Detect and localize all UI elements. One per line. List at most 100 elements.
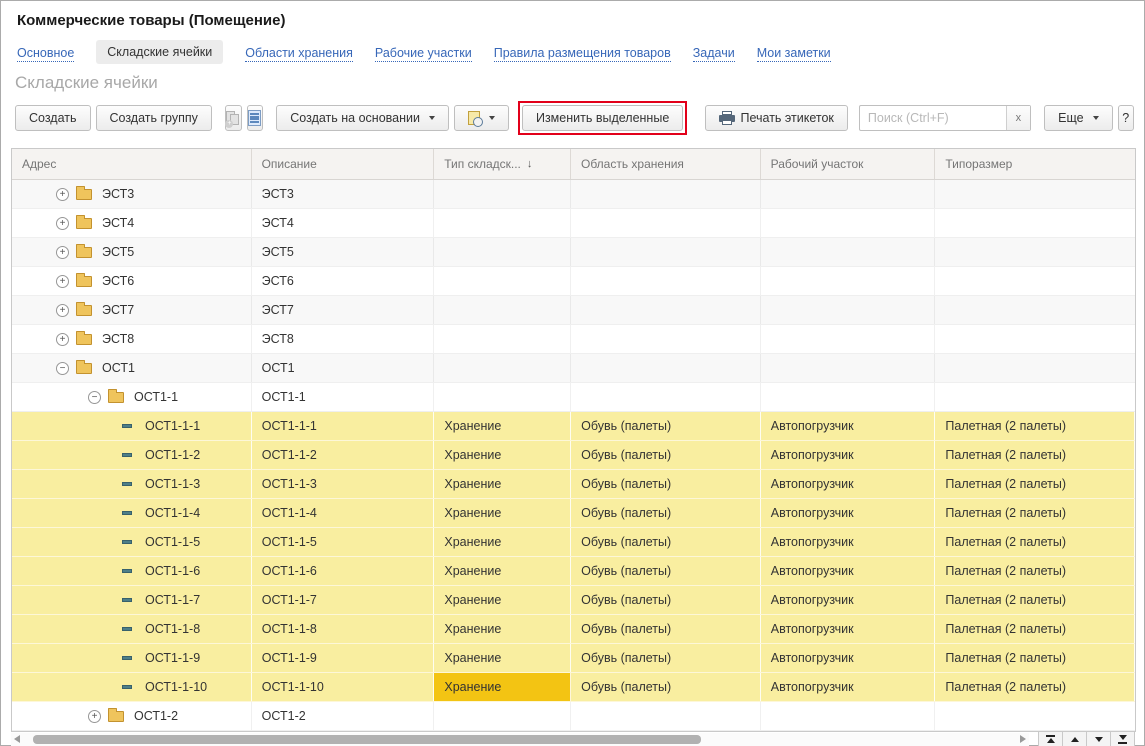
cell-work-area[interactable] <box>761 209 936 237</box>
cell-description[interactable]: ОСТ1 <box>252 354 435 382</box>
tab-storage-areas[interactable]: Области хранения <box>245 42 353 62</box>
table-row[interactable]: +ЭСТ7ЭСТ7 <box>12 296 1135 325</box>
tab-placement-rules[interactable]: Правила размещения товаров <box>494 42 671 62</box>
cell-address[interactable]: −ОСТ1-1 <box>12 383 252 411</box>
cell-type[interactable] <box>434 209 571 237</box>
cell-work-area[interactable]: Автопогрузчик <box>761 615 936 643</box>
cell-address[interactable]: ОСТ1-1-6 <box>12 557 252 585</box>
scroll-up-button[interactable] <box>1063 732 1087 746</box>
table-row[interactable]: ОСТ1-1-7ОСТ1-1-7ХранениеОбувь (палеты)Ав… <box>12 586 1135 615</box>
cell-storage-area[interactable]: Обувь (палеты) <box>571 673 761 701</box>
cell-work-area[interactable]: Автопогрузчик <box>761 441 936 469</box>
table-row[interactable]: +ЭСТ6ЭСТ6 <box>12 267 1135 296</box>
cell-type[interactable] <box>434 354 571 382</box>
cell-type[interactable]: Хранение <box>434 528 571 556</box>
cell-address[interactable]: ОСТ1-1-3 <box>12 470 252 498</box>
cell-description[interactable]: ОСТ1-1 <box>252 383 435 411</box>
tab-tasks[interactable]: Задачи <box>693 42 735 62</box>
scroll-to-top-button[interactable] <box>1039 732 1063 746</box>
cell-description[interactable]: ОСТ1-2 <box>252 702 435 730</box>
cell-description[interactable]: ОСТ1-1-1 <box>252 412 435 440</box>
cell-description[interactable]: ОСТ1-1-8 <box>252 615 435 643</box>
edit-selected-button[interactable]: Изменить выделенные <box>522 105 683 131</box>
table-row[interactable]: ОСТ1-1-9ОСТ1-1-9ХранениеОбувь (палеты)Ав… <box>12 644 1135 673</box>
cell-address[interactable]: +ЭСТ4 <box>12 209 252 237</box>
cell-work-area[interactable]: Автопогрузчик <box>761 528 936 556</box>
cell-size[interactable]: Палетная (2 палеты) <box>935 470 1135 498</box>
more-button[interactable]: Еще <box>1044 105 1112 131</box>
cell-address[interactable]: ОСТ1-1-8 <box>12 615 252 643</box>
cell-address[interactable]: +ЭСТ6 <box>12 267 252 295</box>
cell-type[interactable]: Хранение <box>434 644 571 672</box>
cell-work-area[interactable] <box>761 325 936 353</box>
cell-description[interactable]: ОСТ1-1-6 <box>252 557 435 585</box>
column-header-description[interactable]: Описание <box>252 149 435 179</box>
column-header-storage-area[interactable]: Область хранения <box>571 149 761 179</box>
cell-storage-area[interactable] <box>571 267 761 295</box>
table-row[interactable]: ОСТ1-1-3ОСТ1-1-3ХранениеОбувь (палеты)Ав… <box>12 470 1135 499</box>
cell-type[interactable]: Хранение <box>434 615 571 643</box>
cell-storage-area[interactable]: Обувь (палеты) <box>571 470 761 498</box>
cell-description[interactable]: ОСТ1-1-7 <box>252 586 435 614</box>
expand-icon[interactable]: + <box>56 304 69 317</box>
create-button[interactable]: Создать <box>15 105 91 131</box>
cell-type[interactable]: Хранение <box>434 673 571 701</box>
cell-storage-area[interactable]: Обувь (палеты) <box>571 412 761 440</box>
cell-work-area[interactable]: Автопогрузчик <box>761 557 936 585</box>
cell-storage-area[interactable]: Обувь (палеты) <box>571 586 761 614</box>
collapse-icon[interactable]: − <box>88 391 101 404</box>
cell-type[interactable]: Хранение <box>434 412 571 440</box>
column-header-size[interactable]: Типоразмер <box>935 149 1135 179</box>
cell-storage-area[interactable]: Обувь (палеты) <box>571 644 761 672</box>
cell-address[interactable]: +ОСТ1-2 <box>12 702 252 730</box>
cell-work-area[interactable] <box>761 296 936 324</box>
cell-address[interactable]: +ЭСТ5 <box>12 238 252 266</box>
cell-type[interactable] <box>434 267 571 295</box>
table-row[interactable]: ОСТ1-1-1ОСТ1-1-1ХранениеОбувь (палеты)Ав… <box>12 412 1135 441</box>
cell-type[interactable] <box>434 325 571 353</box>
cell-work-area[interactable]: Автопогрузчик <box>761 673 936 701</box>
scroll-left-icon[interactable] <box>14 735 20 743</box>
cell-size[interactable]: Палетная (2 палеты) <box>935 644 1135 672</box>
cell-size[interactable] <box>935 383 1135 411</box>
tab-my-notes[interactable]: Мои заметки <box>757 42 831 62</box>
cell-description[interactable]: ЭСТ8 <box>252 325 435 353</box>
scroll-down-button[interactable] <box>1087 732 1111 746</box>
cell-size[interactable] <box>935 702 1135 730</box>
cell-address[interactable]: ОСТ1-1-2 <box>12 441 252 469</box>
cell-storage-area[interactable]: Обувь (палеты) <box>571 499 761 527</box>
cell-description[interactable]: ОСТ1-1-4 <box>252 499 435 527</box>
cell-work-area[interactable]: Автопогрузчик <box>761 586 936 614</box>
table-row[interactable]: ОСТ1-1-8ОСТ1-1-8ХранениеОбувь (палеты)Ав… <box>12 615 1135 644</box>
table-row[interactable]: ОСТ1-1-5ОСТ1-1-5ХранениеОбувь (палеты)Ав… <box>12 528 1135 557</box>
column-header-address[interactable]: Адрес <box>12 149 252 179</box>
document-history-button[interactable] <box>454 105 509 131</box>
expand-icon[interactable]: + <box>56 333 69 346</box>
search-input[interactable] <box>860 106 1006 130</box>
cell-size[interactable]: Палетная (2 палеты) <box>935 499 1135 527</box>
column-header-work-area[interactable]: Рабочий участок <box>761 149 936 179</box>
horizontal-scrollbar[interactable] <box>11 733 1029 746</box>
cell-size[interactable]: Палетная (2 палеты) <box>935 673 1135 701</box>
cell-description[interactable]: ЭСТ7 <box>252 296 435 324</box>
cell-storage-area[interactable] <box>571 325 761 353</box>
cell-size[interactable] <box>935 180 1135 208</box>
cell-storage-area[interactable] <box>571 702 761 730</box>
cell-address[interactable]: +ЭСТ7 <box>12 296 252 324</box>
cell-size[interactable] <box>935 238 1135 266</box>
cell-type[interactable]: Хранение <box>434 441 571 469</box>
expand-icon[interactable]: + <box>88 710 101 723</box>
collapse-icon[interactable]: − <box>56 362 69 375</box>
cell-size[interactable] <box>935 354 1135 382</box>
cell-type[interactable] <box>434 383 571 411</box>
cell-storage-area[interactable]: Обувь (палеты) <box>571 441 761 469</box>
help-button[interactable]: ? <box>1118 105 1134 131</box>
cell-address[interactable]: +ЭСТ3 <box>12 180 252 208</box>
cell-storage-area[interactable] <box>571 383 761 411</box>
cell-size[interactable] <box>935 325 1135 353</box>
cell-size[interactable]: Палетная (2 палеты) <box>935 412 1135 440</box>
table-row[interactable]: ОСТ1-1-6ОСТ1-1-6ХранениеОбувь (палеты)Ав… <box>12 557 1135 586</box>
table-row[interactable]: ОСТ1-1-10ОСТ1-1-10ХранениеОбувь (палеты)… <box>12 673 1135 702</box>
cell-work-area[interactable] <box>761 267 936 295</box>
table-row[interactable]: ОСТ1-1-4ОСТ1-1-4ХранениеОбувь (палеты)Ав… <box>12 499 1135 528</box>
